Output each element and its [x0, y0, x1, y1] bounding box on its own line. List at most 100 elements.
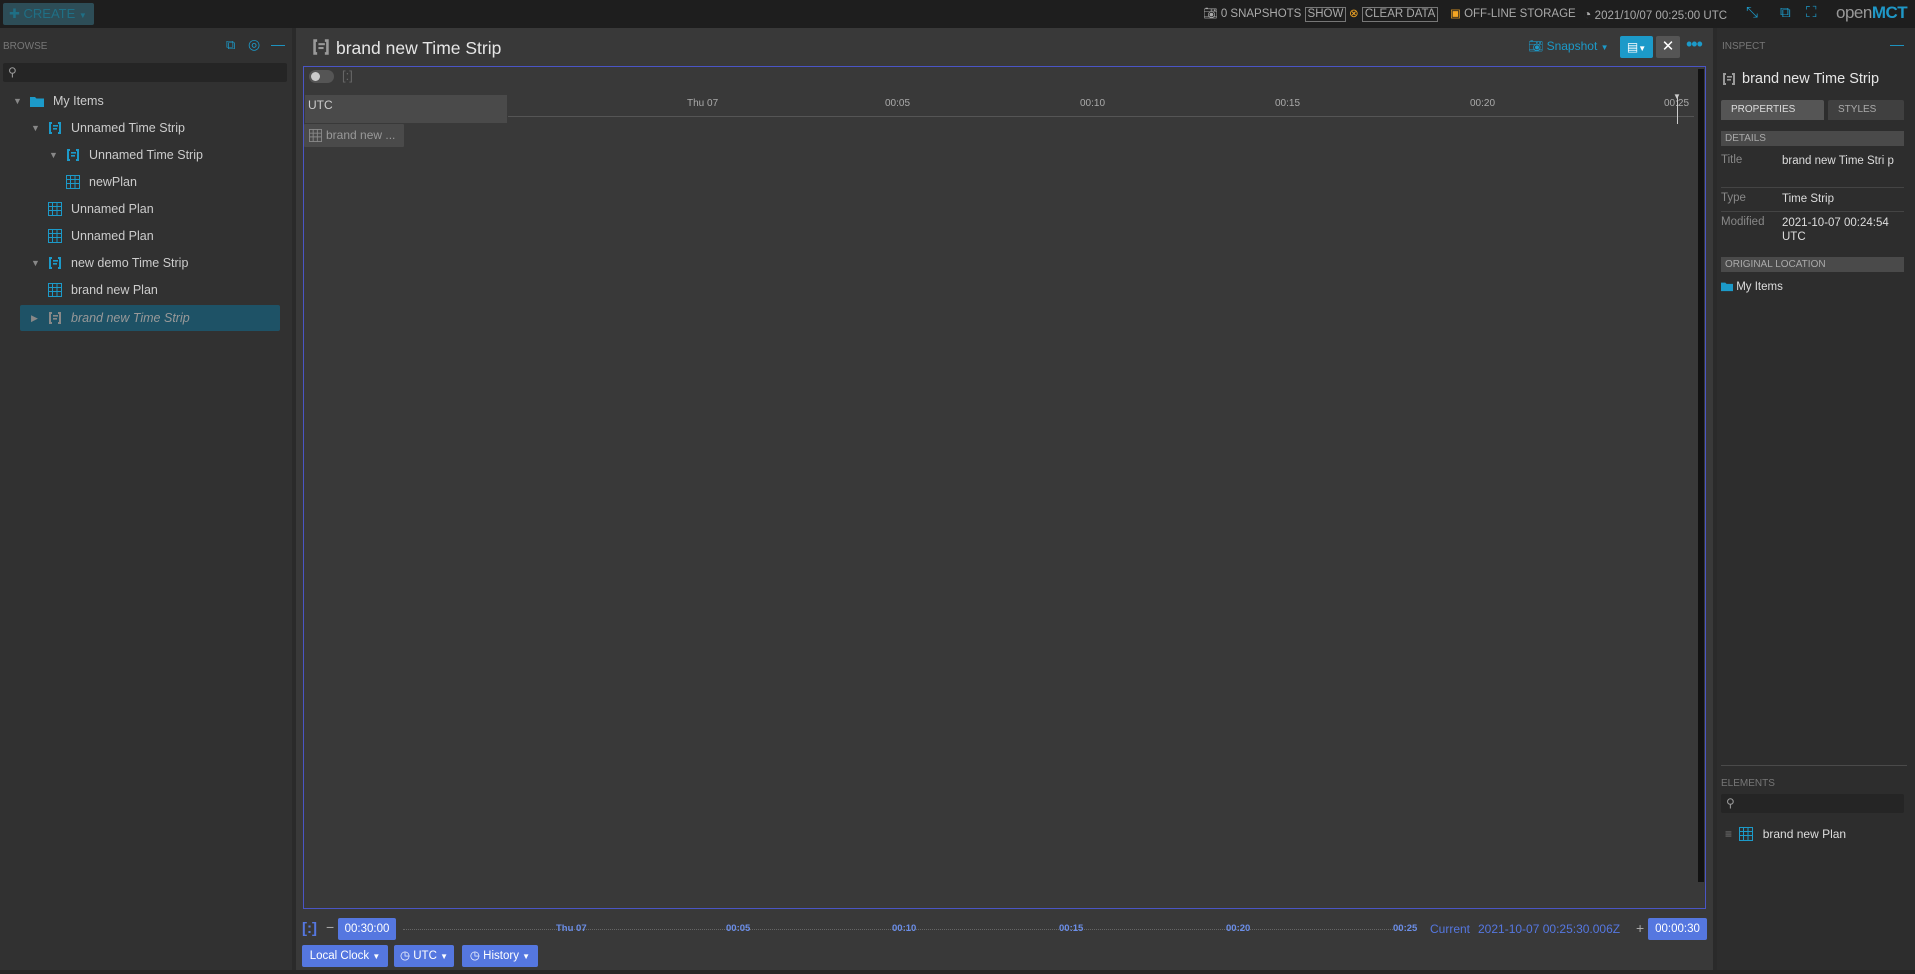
tree-item-brand-new-time-strip[interactable]: ▶ brand new Time Strip [0, 305, 280, 331]
drag-handle-icon[interactable]: ≡ [1725, 827, 1732, 841]
clear-data-button[interactable]: CLEAR DATA [1361, 7, 1439, 22]
conductor-tick-label: 00:25 [1393, 923, 1418, 934]
create-button[interactable]: ✚ CREATE ▼ [3, 3, 94, 25]
start-offset-button[interactable]: 00:30:00 [338, 918, 396, 940]
status-strip [0, 970, 1915, 974]
scrollbar[interactable] [1698, 69, 1704, 882]
axis-tick-label: 00:10 [1080, 98, 1106, 109]
tree-item-unnamed-plan-1[interactable]: Unnamed Plan [0, 196, 290, 222]
timestrip-icon [49, 122, 61, 134]
tree-item-unnamed-time-strip-child[interactable]: ▼ Unnamed Time Strip [0, 142, 290, 168]
element-item[interactable]: ≡ brand new Plan [1725, 827, 1846, 841]
save-menu-button[interactable]: ▤▼ [1620, 36, 1653, 58]
plan-icon [48, 229, 62, 243]
tree-item-newplan[interactable]: newPlan [0, 169, 290, 195]
clock-icon: ◷ [399, 950, 411, 962]
timestrip-icon: [:] [302, 920, 317, 937]
clear-data-icon: ⊗ [1349, 8, 1359, 20]
object-title[interactable]: brand new Time Strip [336, 38, 501, 59]
clock-menu-button[interactable]: Local Clock ▼ [302, 945, 388, 967]
plan-chip-label: brand new ... [326, 128, 396, 142]
minus-icon: − [326, 919, 335, 935]
plan-object-chip[interactable]: brand new ... [304, 124, 404, 147]
history-menu-button[interactable]: ◷ History ▼ [462, 945, 538, 967]
tree-item-label: Unnamed Time Strip [71, 121, 185, 135]
prop-value-type: Time Strip [1782, 193, 1834, 205]
divider [1721, 211, 1904, 212]
tree-item-label: Unnamed Plan [71, 229, 154, 243]
tree-item-label: Unnamed Time Strip [89, 148, 203, 162]
collapse-icon[interactable]: ⤡ [1746, 4, 1758, 21]
now-marker [1677, 97, 1678, 124]
expand-arrow-icon[interactable]: ▼ [13, 88, 22, 114]
end-offset-button[interactable]: 00:00:30 [1648, 918, 1707, 940]
tree-item-label: brand new Plan [71, 283, 158, 297]
show-snapshots-button[interactable]: SHOW [1304, 7, 1347, 22]
timesystem-menu-button[interactable]: ◷ UTC ▼ [394, 945, 454, 967]
tree-item-new-demo-time-strip[interactable]: ▼ new demo Time Strip [0, 250, 290, 276]
timestrip-icon [67, 149, 79, 161]
timesystem-label: UTC [413, 950, 437, 962]
conductor-tick-label: 00:20 [1226, 923, 1251, 934]
close-edit-button[interactable]: ✕ [1656, 36, 1680, 58]
chevron-down-icon: ▼ [1638, 44, 1647, 53]
current-time-value: 2021-10-07 00:25:30.006Z [1478, 922, 1621, 936]
left-pane-splitter[interactable] [292, 28, 296, 974]
folder-icon [30, 97, 44, 107]
sync-tree-icon[interactable]: ⧉ [226, 37, 235, 53]
search-icon: ⚲ [8, 65, 17, 79]
independent-time-toggle[interactable] [309, 70, 334, 83]
camera-icon: 📷︎ [1203, 8, 1218, 20]
new-window-icon[interactable]: ⧉ [1780, 4, 1791, 21]
tab-properties[interactable]: PROPERTIES [1721, 100, 1824, 120]
history-label: History [483, 950, 519, 962]
original-location-link[interactable]: My Items [1721, 280, 1783, 293]
snapshots-count: 0 SNAPSHOTS [1220, 8, 1302, 20]
inspector-title: brand new Time Strip [1742, 71, 1880, 87]
divider [1721, 765, 1907, 766]
conductor-tick-label: 00:10 [892, 923, 917, 934]
timestrip-icon: [:] [342, 68, 353, 83]
plan-icon [309, 129, 322, 142]
tree-search-input[interactable]: ⚲ [3, 63, 287, 82]
expand-arrow-icon[interactable]: ▼ [49, 142, 58, 168]
more-options-icon[interactable]: ••• [1686, 34, 1703, 55]
axis-tick-label: 00:20 [1470, 98, 1496, 109]
tab-styles[interactable]: STYLES [1828, 100, 1904, 120]
tree-item-label: new demo Time Strip [71, 256, 189, 270]
conductor-tick-label: 00:05 [726, 923, 751, 934]
clear-data-indicator[interactable]: ⊗ CLEAR DATA [1349, 0, 1439, 28]
snapshot-button[interactable]: 📷︎ Snapshot ▼ [1528, 39, 1609, 53]
tree-item-unnamed-plan-2[interactable]: Unnamed Plan [0, 223, 290, 249]
collapse-pane-icon[interactable]: — [1890, 36, 1904, 52]
close-icon: ✕ [1661, 38, 1675, 55]
collapse-pane-icon[interactable]: — [271, 36, 285, 52]
plan-icon [48, 202, 62, 216]
prop-value-modified: 2021-10-07 00:24:54 UTC [1782, 217, 1889, 243]
prop-value-title: brand new Time Stri p [1782, 155, 1894, 167]
plan-icon [1739, 827, 1754, 841]
tree-item-brand-new-plan[interactable]: brand new Plan [0, 277, 290, 303]
history-icon: ◷ [469, 950, 480, 962]
axis-tick-label: Thu 07 [687, 98, 719, 109]
timestrip-icon [49, 257, 61, 269]
timestrip-icon [1723, 73, 1735, 85]
inspect-label: INSPECT [1722, 41, 1766, 52]
fullscreen-icon[interactable]: ⛶ [1806, 4, 1817, 21]
plan-icon [48, 283, 62, 297]
target-icon[interactable]: ◎ [248, 36, 260, 53]
offline-storage-label: OFF-LINE STORAGE [1464, 8, 1576, 20]
snapshots-indicator: 📷︎ 0 SNAPSHOTS SHOW [1203, 0, 1347, 28]
expand-arrow-icon[interactable]: ▶ [31, 305, 38, 331]
prop-key-type: Type [1721, 192, 1746, 204]
expand-arrow-icon[interactable]: ▼ [31, 250, 40, 276]
expand-arrow-icon[interactable]: ▼ [31, 115, 40, 141]
tree-item-my-items[interactable]: ▼ My Items [0, 88, 290, 114]
prop-key-title: Title [1721, 154, 1743, 166]
elements-search-input[interactable]: ⚲ [1721, 794, 1904, 813]
tree-item-unnamed-time-strip[interactable]: ▼ Unnamed Time Strip [0, 115, 290, 141]
tree-item-label: My Items [53, 94, 104, 108]
chevron-down-icon: ▼ [1600, 43, 1609, 52]
plan-icon [66, 175, 80, 189]
element-item-label: brand new Plan [1762, 827, 1847, 841]
